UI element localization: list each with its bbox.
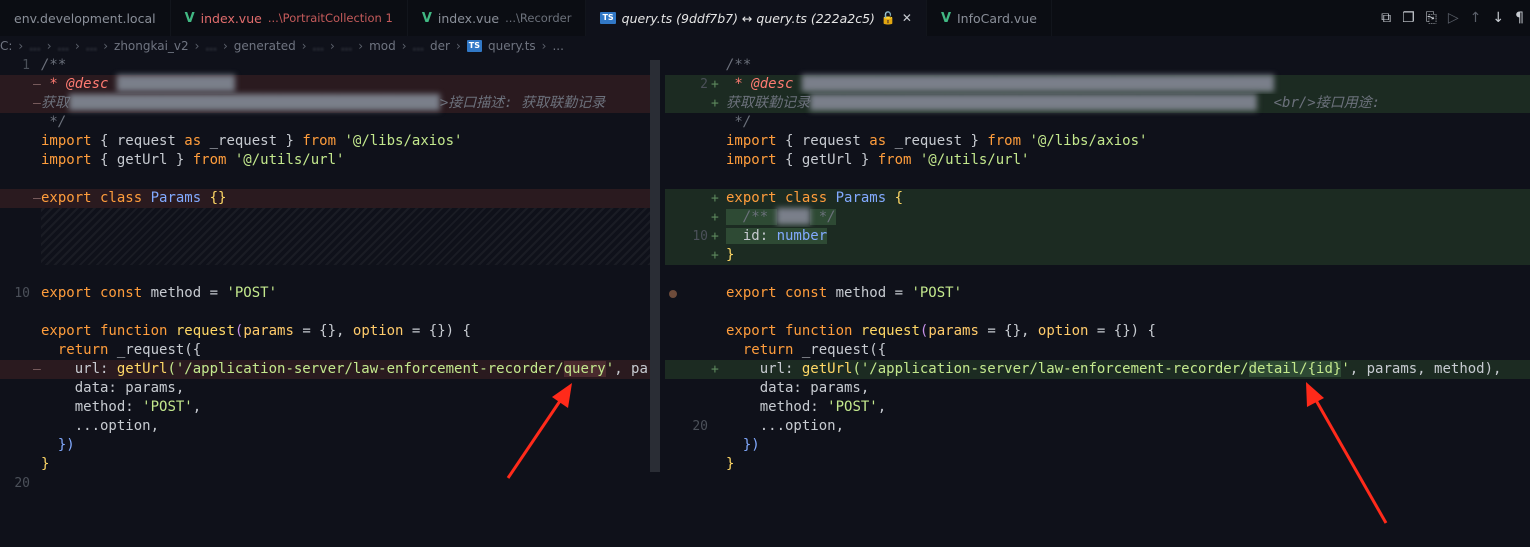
red-arrow-right [1306, 382, 1388, 524]
red-arrow-left [506, 383, 572, 479]
annotation-arrows [506, 382, 1388, 524]
